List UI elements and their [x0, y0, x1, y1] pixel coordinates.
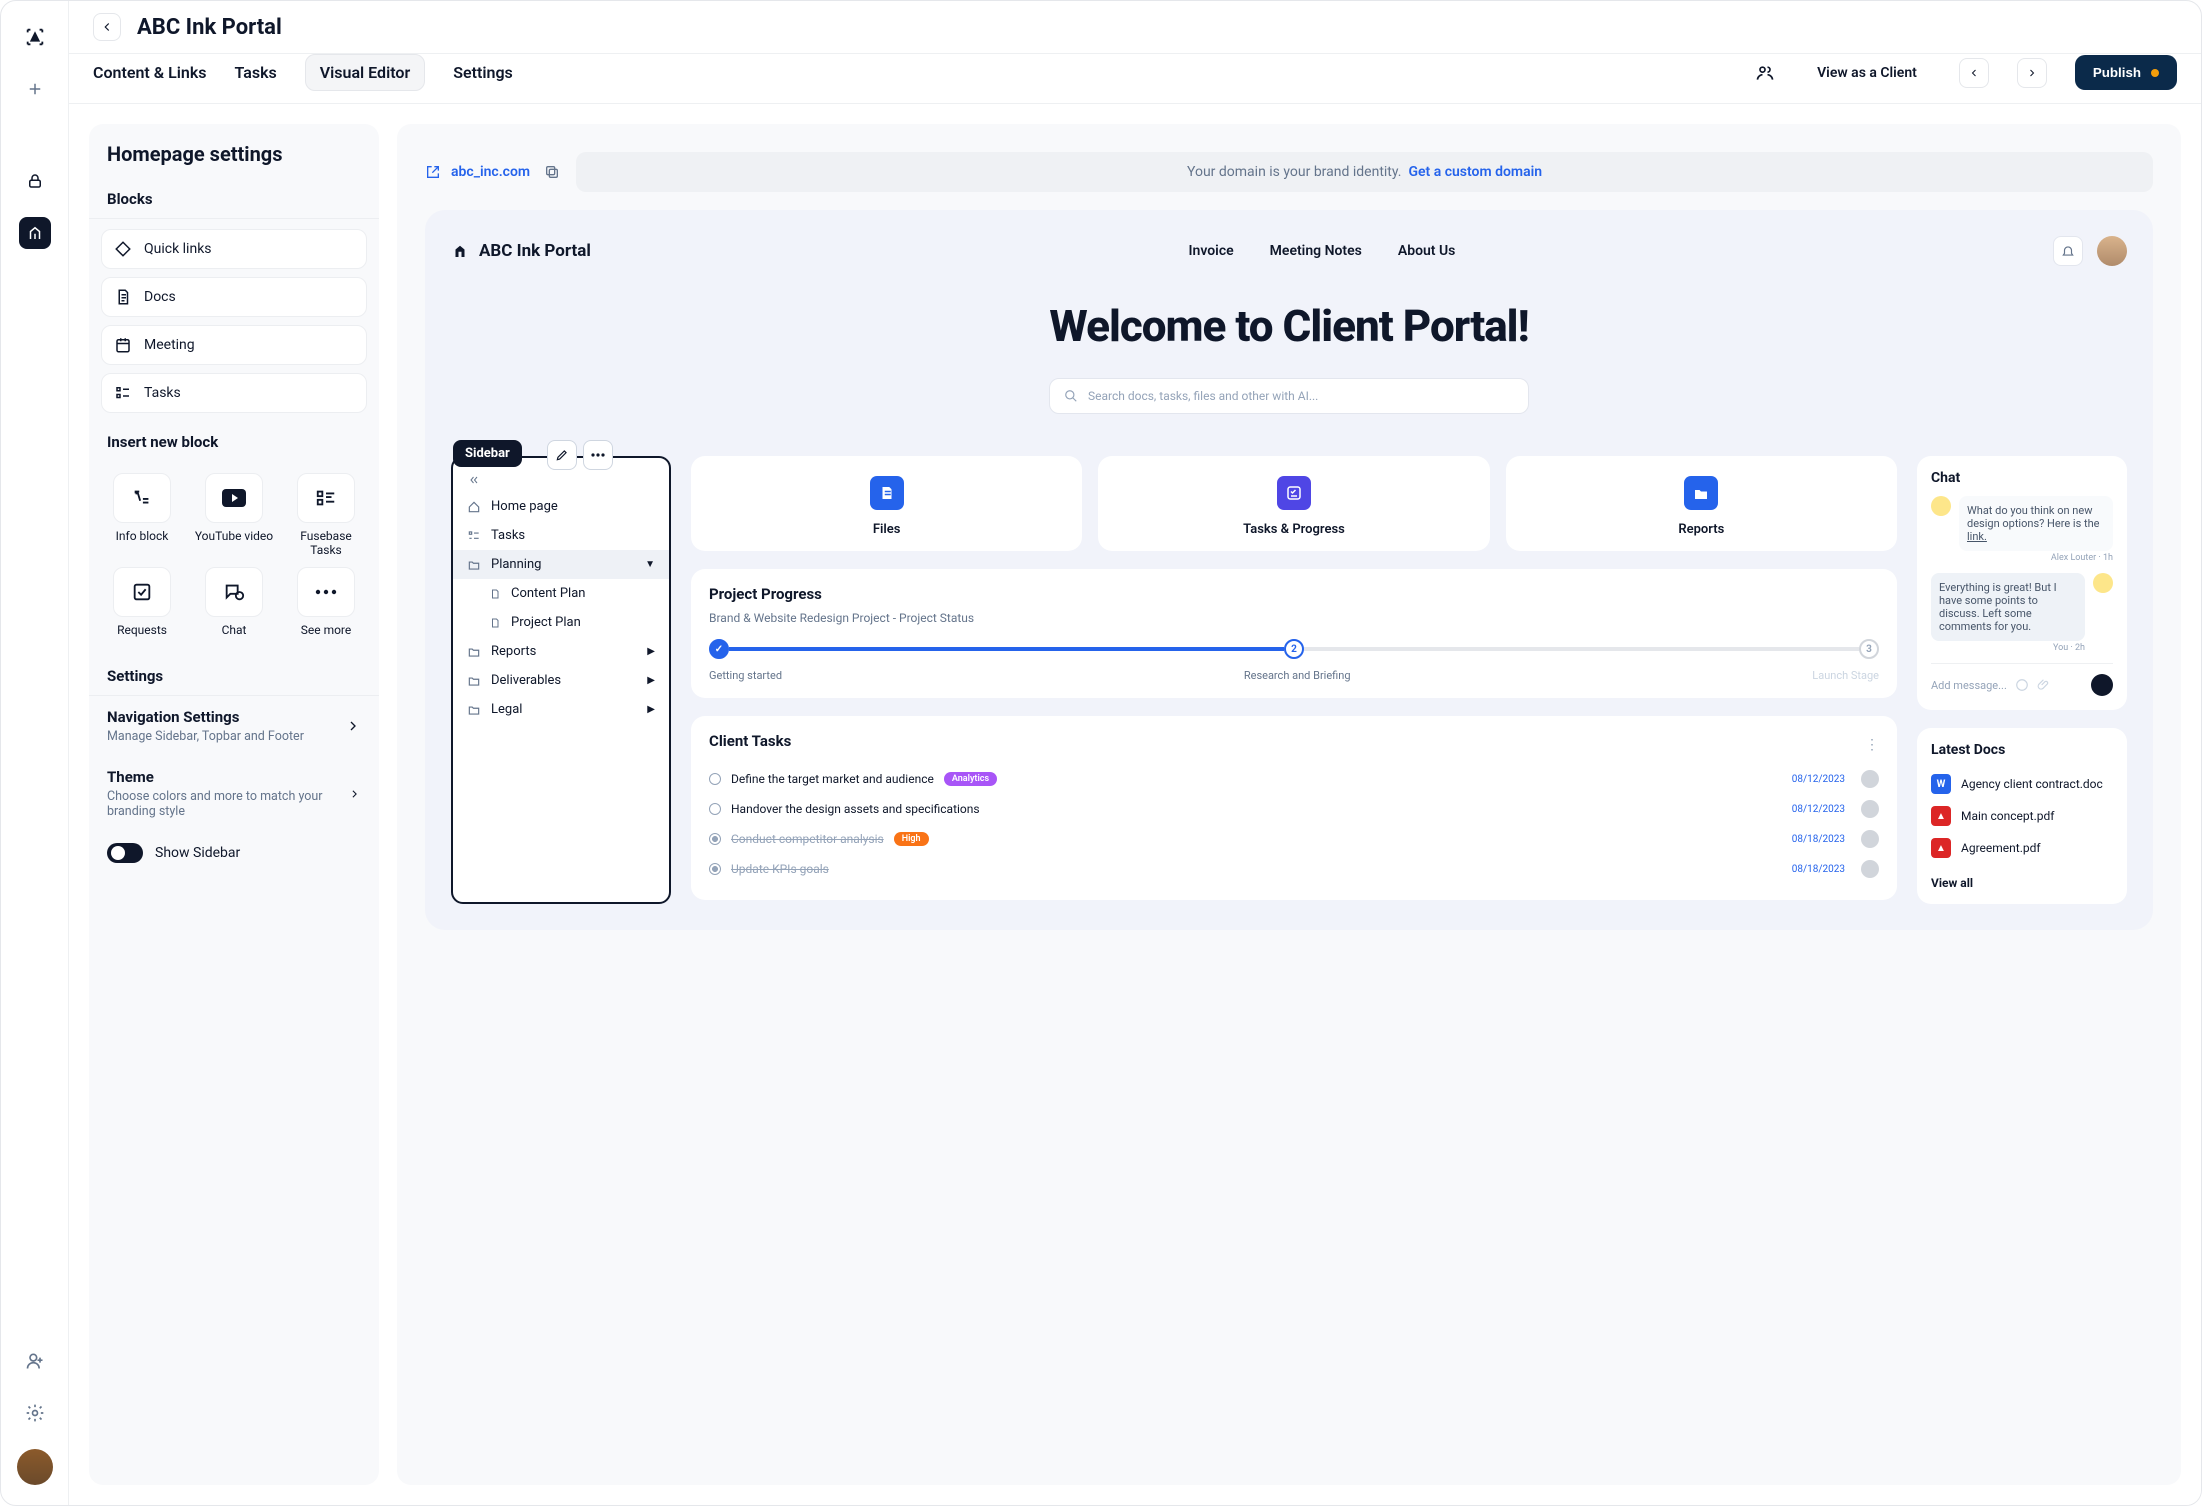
bell-icon[interactable] [2053, 236, 2083, 266]
progress-node-3: 3 [1859, 639, 1879, 659]
sidebar-collapse-icon[interactable] [453, 468, 669, 492]
show-sidebar-label: Show Sidebar [155, 845, 240, 861]
add-icon[interactable] [19, 73, 51, 105]
tab-tasks[interactable]: Tasks [235, 55, 277, 90]
gear-icon[interactable] [19, 1397, 51, 1429]
sidebar-tag: Sidebar [453, 440, 522, 467]
sidebar-item-reports[interactable]: Reports▶ [453, 637, 669, 666]
sidebar-item-legal[interactable]: Legal▶ [453, 695, 669, 724]
copy-icon[interactable] [544, 164, 560, 180]
progress-node-1: ✓ [709, 639, 729, 659]
avatar [2093, 573, 2113, 593]
sidebar-item-home[interactable]: Home page [453, 492, 669, 521]
tile-files[interactable]: Files [691, 456, 1082, 551]
domain-link[interactable]: abc_inc.com [425, 164, 560, 180]
client-tasks-panel: Client Tasks ⋮ Define the target market … [691, 716, 1897, 900]
portal-hero: Welcome to Client Portal! [451, 300, 2127, 352]
settings-title: Homepage settings [89, 142, 379, 180]
search-icon [1064, 389, 1078, 403]
task-row[interactable]: Conduct competitor analysis High 08/18/2… [709, 824, 1879, 854]
progress-node-2: 2 [1284, 639, 1304, 659]
domain-banner: Your domain is your brand identity. Get … [576, 152, 2153, 192]
sidebar-item-tasks[interactable]: Tasks [453, 521, 669, 550]
avatar [1931, 496, 1951, 516]
emoji-icon[interactable] [2015, 678, 2029, 692]
canvas: abc_inc.com Your domain is your brand id… [397, 124, 2181, 1485]
more-icon[interactable]: ⋮ [1865, 737, 1879, 753]
user-avatar[interactable] [17, 1449, 53, 1485]
chevron-right-icon [348, 786, 361, 802]
settings-section-header: Settings [89, 657, 379, 696]
block-quick-links[interactable]: Quick links [101, 229, 367, 269]
attach-icon[interactable] [2037, 678, 2051, 692]
block-meeting[interactable]: Meeting [101, 325, 367, 365]
left-rail [1, 1, 69, 1505]
insert-youtube-video[interactable]: YouTube video [193, 473, 275, 557]
chat-input[interactable]: Add message... [1931, 663, 2113, 696]
portal-nav-notes[interactable]: Meeting Notes [1270, 243, 1362, 259]
lock-icon[interactable] [19, 165, 51, 197]
nav-prev-button[interactable] [1959, 58, 1989, 88]
tile-reports[interactable]: Reports [1506, 456, 1897, 551]
chat-panel: Chat What do you think on new design opt… [1917, 456, 2127, 710]
progress-panel: Project Progress Brand & Website Redesig… [691, 569, 1897, 698]
insert-requests[interactable]: Requests [101, 567, 183, 637]
portal-nav-invoice[interactable]: Invoice [1189, 243, 1234, 259]
blocks-header: Blocks [89, 180, 379, 219]
nav-next-button[interactable] [2017, 58, 2047, 88]
publish-button[interactable]: Publish [2075, 55, 2177, 90]
insert-chat[interactable]: Chat [193, 567, 275, 637]
add-user-icon[interactable] [19, 1345, 51, 1377]
block-tasks[interactable]: Tasks [101, 373, 367, 413]
custom-domain-link[interactable]: Get a custom domain [1408, 164, 1542, 180]
sidebar-edit-icon[interactable] [547, 440, 577, 470]
tab-settings[interactable]: Settings [453, 55, 513, 90]
block-docs[interactable]: Docs [101, 277, 367, 317]
doc-row[interactable]: ▲Agreement.pdf [1931, 832, 2113, 864]
insert-see-more[interactable]: See more [285, 567, 367, 637]
sidebar-item-deliverables[interactable]: Deliverables▶ [453, 666, 669, 695]
sidebar-item-planning[interactable]: Planning▼ [453, 550, 669, 579]
portal-brand: ABC Ink Portal [451, 241, 591, 261]
insert-info-block[interactable]: Info block [101, 473, 183, 557]
sidebar-editor[interactable]: Sidebar Home page Tasks Planning▼ Conten… [451, 456, 671, 904]
doc-row[interactable]: WAgency client contract.doc [1931, 768, 2113, 800]
page-title: ABC Ink Portal [137, 15, 282, 40]
sidebar-item-content-plan[interactable]: Content Plan [453, 579, 669, 608]
tabs-row: Content & Links Tasks Visual Editor Sett… [69, 54, 2201, 104]
doc-row[interactable]: ▲Main concept.pdf [1931, 800, 2113, 832]
sidebar-more-icon[interactable] [583, 440, 613, 470]
logo-icon[interactable] [19, 21, 51, 53]
view-as-client[interactable]: View as a Client [1817, 65, 1917, 81]
back-button[interactable] [93, 13, 121, 41]
task-row[interactable]: Define the target market and audience An… [709, 764, 1879, 794]
theme-settings[interactable]: Theme Choose colors and more to match yo… [89, 756, 379, 831]
user-switch-icon[interactable] [1755, 63, 1775, 83]
task-row[interactable]: Update KPIs goals 08/18/2023 [709, 854, 1879, 884]
insert-fusebase-tasks[interactable]: Fusebase Tasks [285, 473, 367, 557]
portal-nav-about[interactable]: About Us [1398, 243, 1456, 259]
tile-tasks[interactable]: Tasks & Progress [1098, 456, 1489, 551]
show-sidebar-toggle[interactable] [107, 843, 143, 863]
portal-search[interactable]: Search docs, tasks, files and other with… [1049, 378, 1529, 414]
insert-header: Insert new block [89, 423, 379, 461]
settings-panel: Homepage settings Blocks Quick links Doc… [89, 124, 379, 1485]
chevron-right-icon [345, 718, 361, 734]
tab-visual-editor[interactable]: Visual Editor [305, 54, 425, 91]
portal-avatar[interactable] [2097, 236, 2127, 266]
view-all-link[interactable]: View all [1931, 876, 2113, 890]
workspace-icon[interactable] [19, 217, 51, 249]
docs-panel: Latest Docs WAgency client contract.doc … [1917, 728, 2127, 904]
sidebar-item-project-plan[interactable]: Project Plan [453, 608, 669, 637]
chat-send-button[interactable] [2091, 674, 2113, 696]
portal-preview: ABC Ink Portal Invoice Meeting Notes Abo… [425, 210, 2153, 930]
navigation-settings[interactable]: Navigation Settings Manage Sidebar, Topb… [89, 696, 379, 756]
tab-content-links[interactable]: Content & Links [93, 55, 207, 90]
task-row[interactable]: Handover the design assets and specifica… [709, 794, 1879, 824]
status-dot [2151, 69, 2159, 77]
